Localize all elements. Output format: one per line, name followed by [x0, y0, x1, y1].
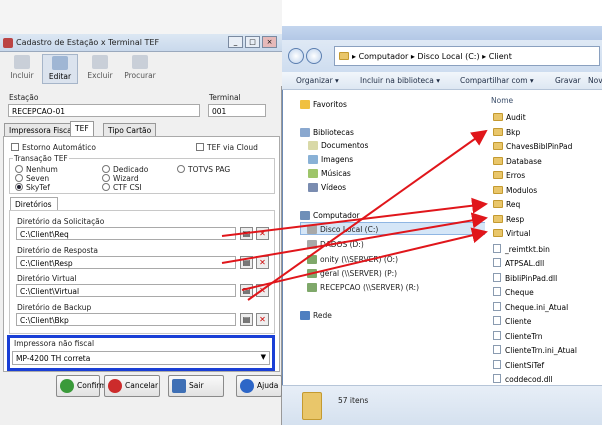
arrow-overlay	[221, 129, 488, 301]
arrow-req	[221, 197, 488, 237]
arrow-bkp	[247, 129, 488, 301]
arrow-virtual	[241, 227, 488, 291]
